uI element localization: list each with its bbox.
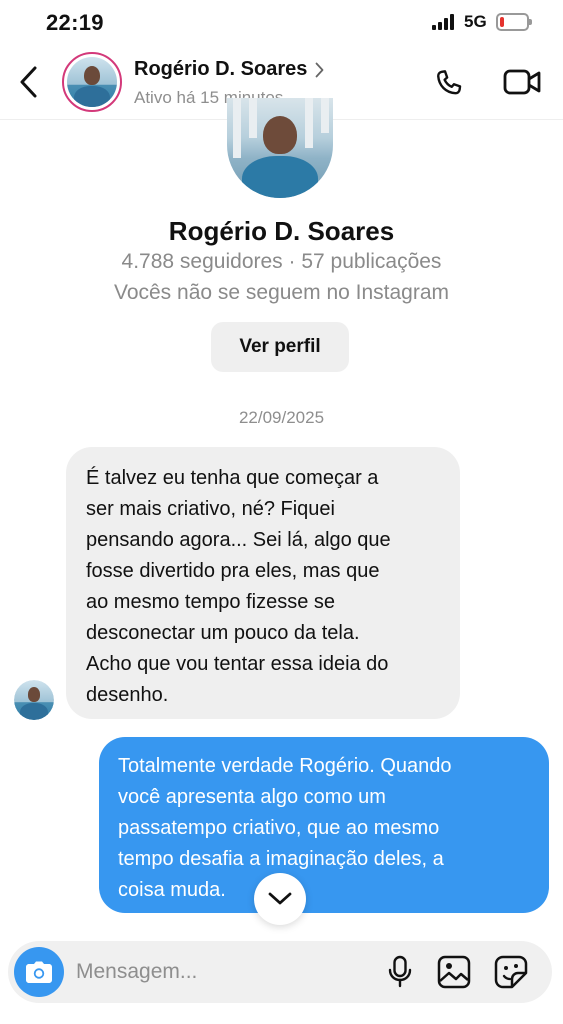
avatar-photo: [14, 680, 54, 720]
status-time: 22:19: [46, 10, 104, 35]
message-line: tempo desafia a imaginação deles, a: [118, 848, 444, 870]
avatar-photo: [227, 98, 333, 198]
chevron-down-icon: [268, 892, 292, 905]
scroll-to-bottom-button[interactable]: [254, 873, 306, 925]
incoming-message[interactable]: É talvez eu tenha que começar a ser mais…: [66, 447, 460, 719]
chevron-left-icon: [20, 66, 37, 98]
message-line: pensando agora... Sei lá, algo que: [86, 529, 391, 551]
sender-avatar[interactable]: [14, 680, 54, 720]
date-separator: 22/09/2025: [238, 408, 325, 427]
message-line: ao mesmo tempo fizesse se: [86, 591, 335, 613]
message-line: você apresenta algo como um: [118, 786, 386, 808]
video-call-button[interactable]: [500, 62, 544, 102]
view-profile-button[interactable]: Ver perfil: [211, 322, 349, 372]
contact-avatar[interactable]: [62, 52, 122, 112]
message-line: Totalmente verdade Rogério. Quando: [118, 755, 452, 777]
microphone-icon: [388, 955, 412, 988]
voice-message-button[interactable]: [382, 953, 418, 991]
image-icon: [437, 955, 471, 989]
network-type: 5G: [464, 12, 487, 31]
outgoing-message[interactable]: Totalmente verdade Rogério. Quando você …: [99, 737, 549, 913]
message-composer: [8, 941, 552, 1003]
message-line: É talvez eu tenha que começar a: [86, 467, 379, 489]
voice-call-button[interactable]: [428, 62, 468, 102]
message-line: ser mais criativo, né? Fiquei: [86, 498, 335, 520]
profile-stats: 4.788 seguidores · 57 publicações: [121, 250, 442, 273]
follow-status: Vocês não se seguem no Instagram: [113, 281, 450, 304]
message-line: passatempo criativo, que ao mesmo: [118, 817, 440, 839]
gallery-button[interactable]: [435, 953, 473, 991]
status-bar: 22:19 5G: [0, 0, 563, 48]
message-input[interactable]: [76, 953, 366, 991]
camera-button[interactable]: [14, 947, 64, 997]
message-line: coisa muda.: [118, 879, 226, 901]
camera-icon: [26, 961, 52, 983]
contact-name: Rogério D. Soares: [134, 58, 308, 80]
battery-level: [500, 17, 504, 27]
signal-icon: [432, 14, 458, 30]
phone-icon: [437, 70, 462, 95]
avatar-photo: [67, 57, 117, 107]
profile-name: Rogério D. Soares: [168, 216, 395, 246]
contact-name-button[interactable]: Rogério D. Soares: [134, 58, 324, 81]
video-camera-icon: [503, 69, 541, 95]
message-line: fosse divertido pra eles, mas que: [86, 560, 380, 582]
message-line: desenho.: [86, 684, 169, 706]
message-line: desconectar um pouco da tela.: [86, 622, 360, 644]
back-button[interactable]: [10, 62, 46, 102]
message-line: Acho que vou tentar essa ideia do: [86, 653, 389, 675]
battery-icon: [496, 13, 532, 31]
sticker-button[interactable]: [492, 953, 530, 991]
profile-photo[interactable]: [227, 98, 333, 198]
chevron-right-icon: [315, 62, 324, 77]
sticker-icon: [494, 955, 528, 989]
